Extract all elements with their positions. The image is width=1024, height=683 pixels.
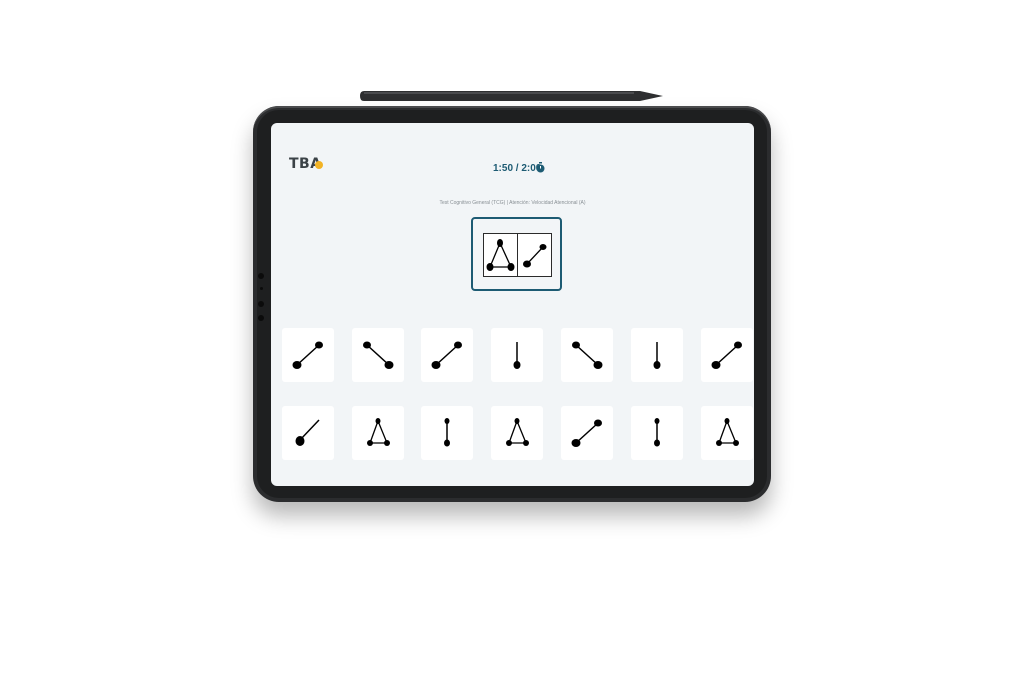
triangle-figure-icon	[716, 418, 739, 446]
triangle-figure-icon	[486, 239, 515, 271]
test-title: Test Cognitivo General (TCG) | Atención:…	[439, 200, 586, 206]
diagonal-right-figure-icon	[711, 341, 742, 369]
option-tile[interactable]	[421, 328, 473, 382]
app-screen: TBA 1:50 / 2:00 Test Cognitivo General (…	[271, 123, 754, 486]
vertical-two-dots-figure-icon	[444, 418, 450, 447]
option-tile[interactable]	[491, 406, 543, 460]
vertical-dot-bottom-figure-icon	[653, 342, 661, 369]
triangle-figure-icon	[506, 418, 529, 446]
diagonal-left-figure-icon	[363, 341, 394, 369]
side-sensor	[258, 315, 264, 321]
timer-readout: 1:50 / 2:00	[493, 163, 542, 174]
side-sensor	[258, 273, 264, 279]
option-tile[interactable]	[352, 406, 404, 460]
vertical-two-dots-figure-icon	[654, 418, 660, 447]
target-figure-diagonal	[517, 233, 552, 277]
option-tile[interactable]	[352, 328, 404, 382]
side-sensor	[260, 287, 263, 290]
stylus-pencil	[360, 91, 663, 101]
diagonal-left-figure-icon	[572, 341, 603, 369]
target-figure-triangle	[483, 233, 518, 277]
target-stimulus	[471, 217, 562, 291]
option-tile[interactable]	[631, 328, 683, 382]
diagonal-right-figure-icon	[292, 341, 323, 369]
stopwatch-icon	[536, 162, 545, 173]
option-tile[interactable]	[631, 406, 683, 460]
option-tile[interactable]	[561, 406, 613, 460]
vertical-dot-bottom-figure-icon	[513, 342, 521, 369]
option-tile[interactable]	[701, 406, 753, 460]
option-tile[interactable]	[282, 328, 334, 382]
option-tile[interactable]	[701, 328, 753, 382]
logo-mark-icon	[315, 161, 323, 169]
diagonal-right-single-dot-figure-icon	[295, 419, 320, 446]
option-tile[interactable]	[282, 406, 334, 460]
option-tile[interactable]	[421, 406, 473, 460]
side-sensor	[258, 301, 264, 307]
option-tile[interactable]	[561, 328, 613, 382]
diagonal-right-figure-icon	[571, 419, 602, 447]
option-tile[interactable]	[491, 328, 543, 382]
diagonal-figure-icon	[523, 244, 547, 268]
diagonal-right-figure-icon	[431, 341, 462, 369]
triangle-figure-icon	[367, 418, 390, 446]
